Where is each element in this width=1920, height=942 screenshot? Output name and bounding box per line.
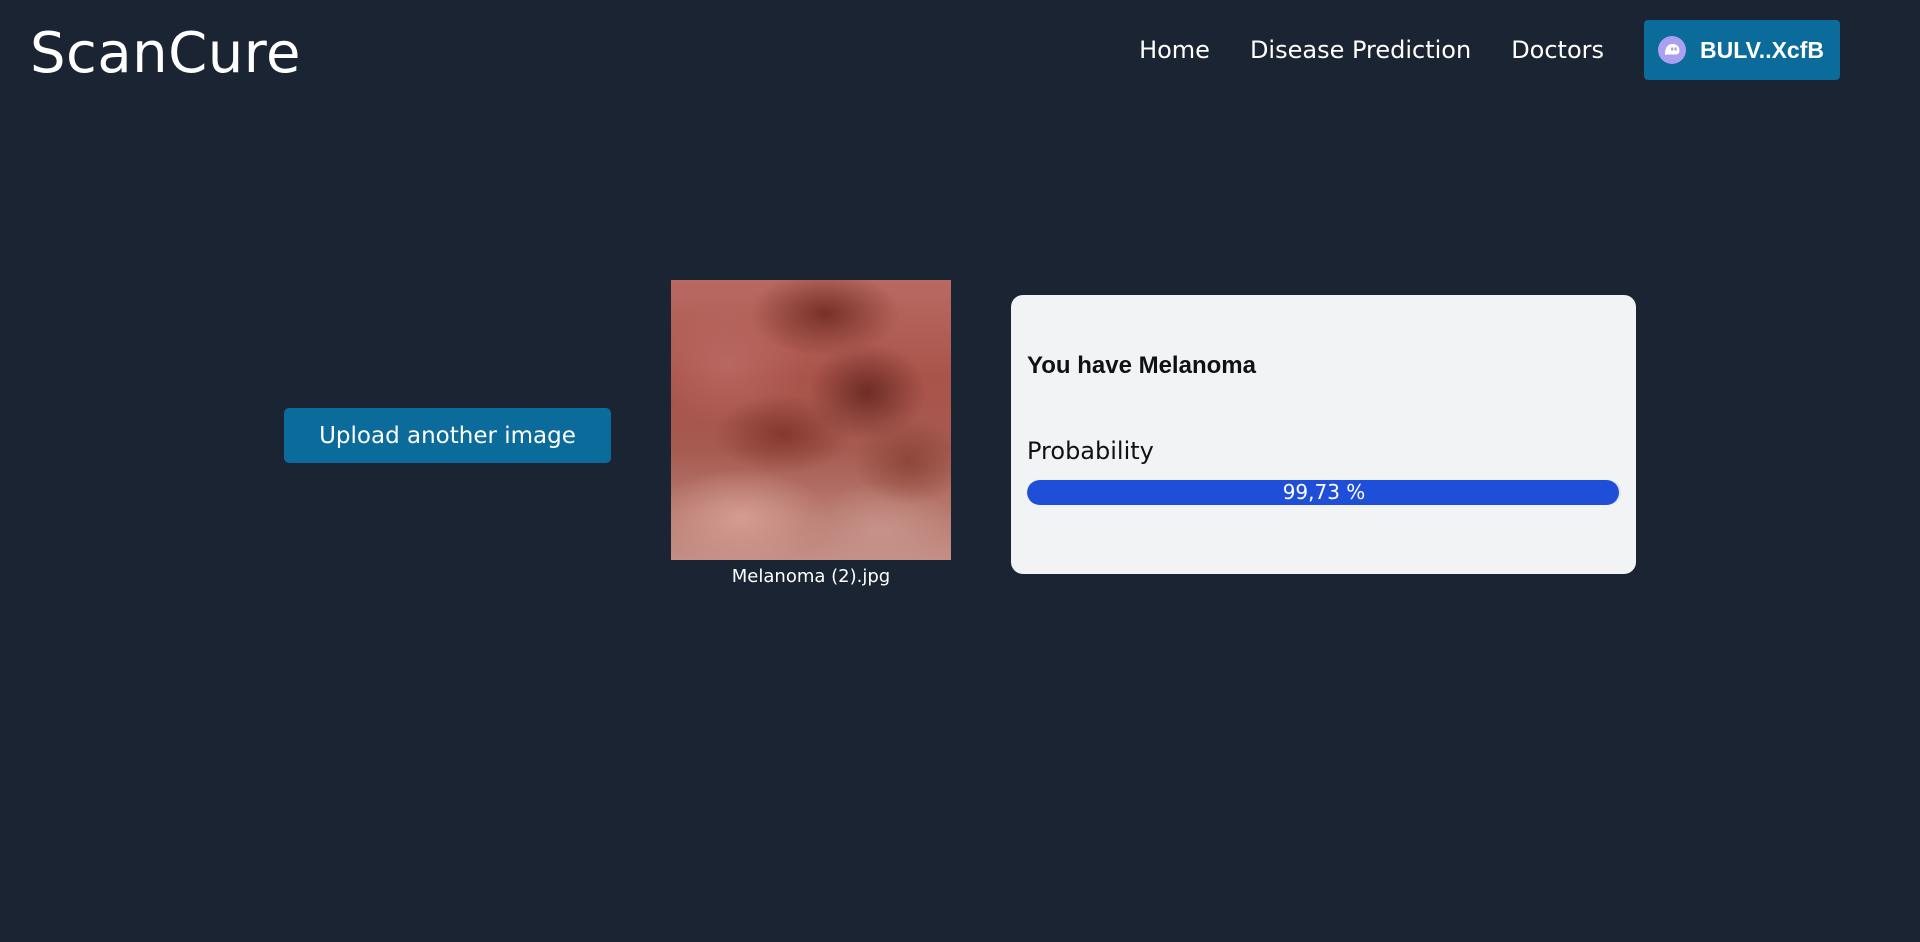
nav-home-link[interactable]: Home — [1139, 20, 1210, 80]
wallet-button[interactable]: BULV..XcfB — [1644, 20, 1840, 80]
result-card: You have Melanoma Probability 99,73 % — [1011, 295, 1636, 574]
wallet-address: BULV..XcfB — [1700, 36, 1824, 63]
diagnosis-title: You have Melanoma — [1027, 352, 1256, 379]
upload-another-image-button[interactable]: Upload another image — [284, 408, 611, 463]
app-root: ScanCure Home Disease Prediction Doctors… — [0, 0, 1920, 942]
phantom-ghost-icon — [1658, 36, 1687, 64]
probability-label: Probability — [1027, 437, 1154, 465]
nav-disease-prediction-link[interactable]: Disease Prediction — [1250, 20, 1471, 80]
brand-logo[interactable]: ScanCure — [30, 18, 301, 90]
nav-doctors-link[interactable]: Doctors — [1511, 20, 1604, 80]
probability-value-text: 99,73 % — [1282, 480, 1366, 504]
probability-progress-bar: 99,73 % — [1027, 480, 1621, 505]
top-nav: Home Disease Prediction Doctors BULV..Xc… — [1139, 20, 1840, 80]
file-name-label: Melanoma (2).jpg — [731, 566, 891, 587]
image-preview: Melanoma (2).jpg — [671, 280, 951, 587]
uploaded-skin-image — [671, 280, 951, 560]
